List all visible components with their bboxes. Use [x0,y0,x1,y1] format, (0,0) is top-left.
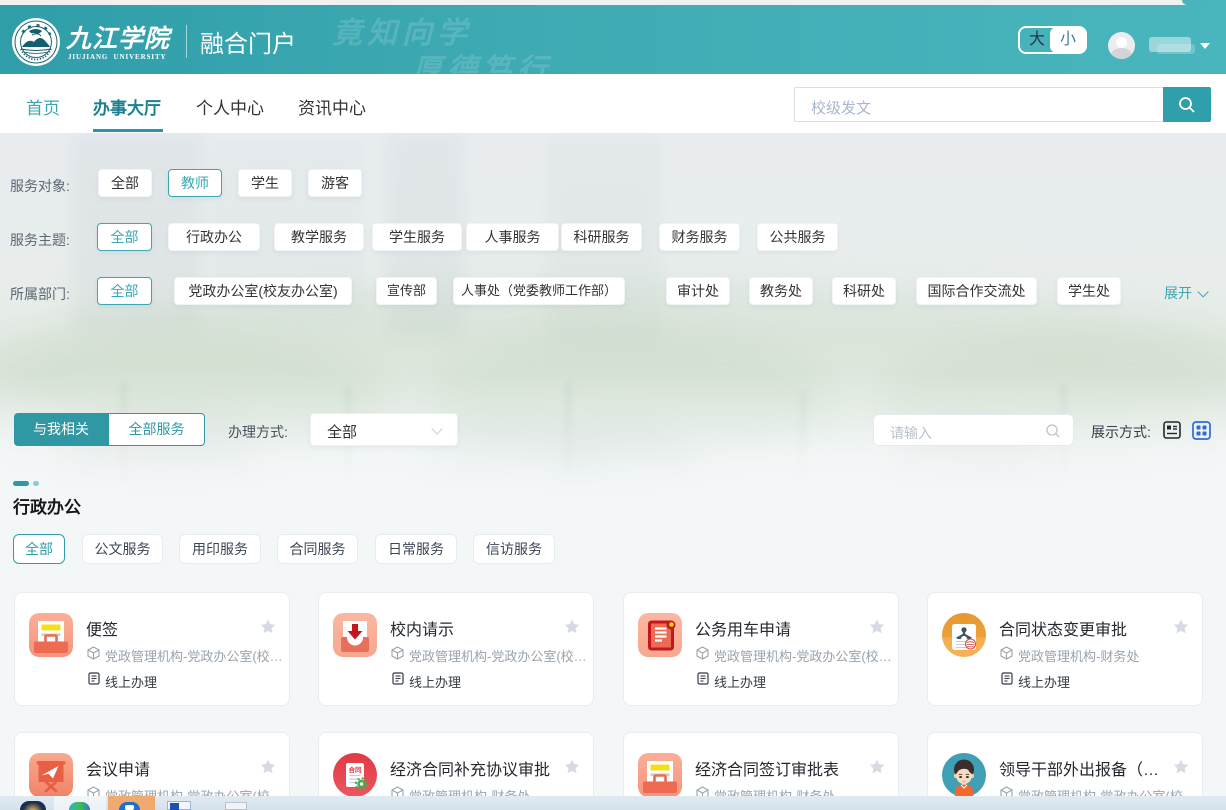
svg-text:合同: 合同 [348,765,363,774]
